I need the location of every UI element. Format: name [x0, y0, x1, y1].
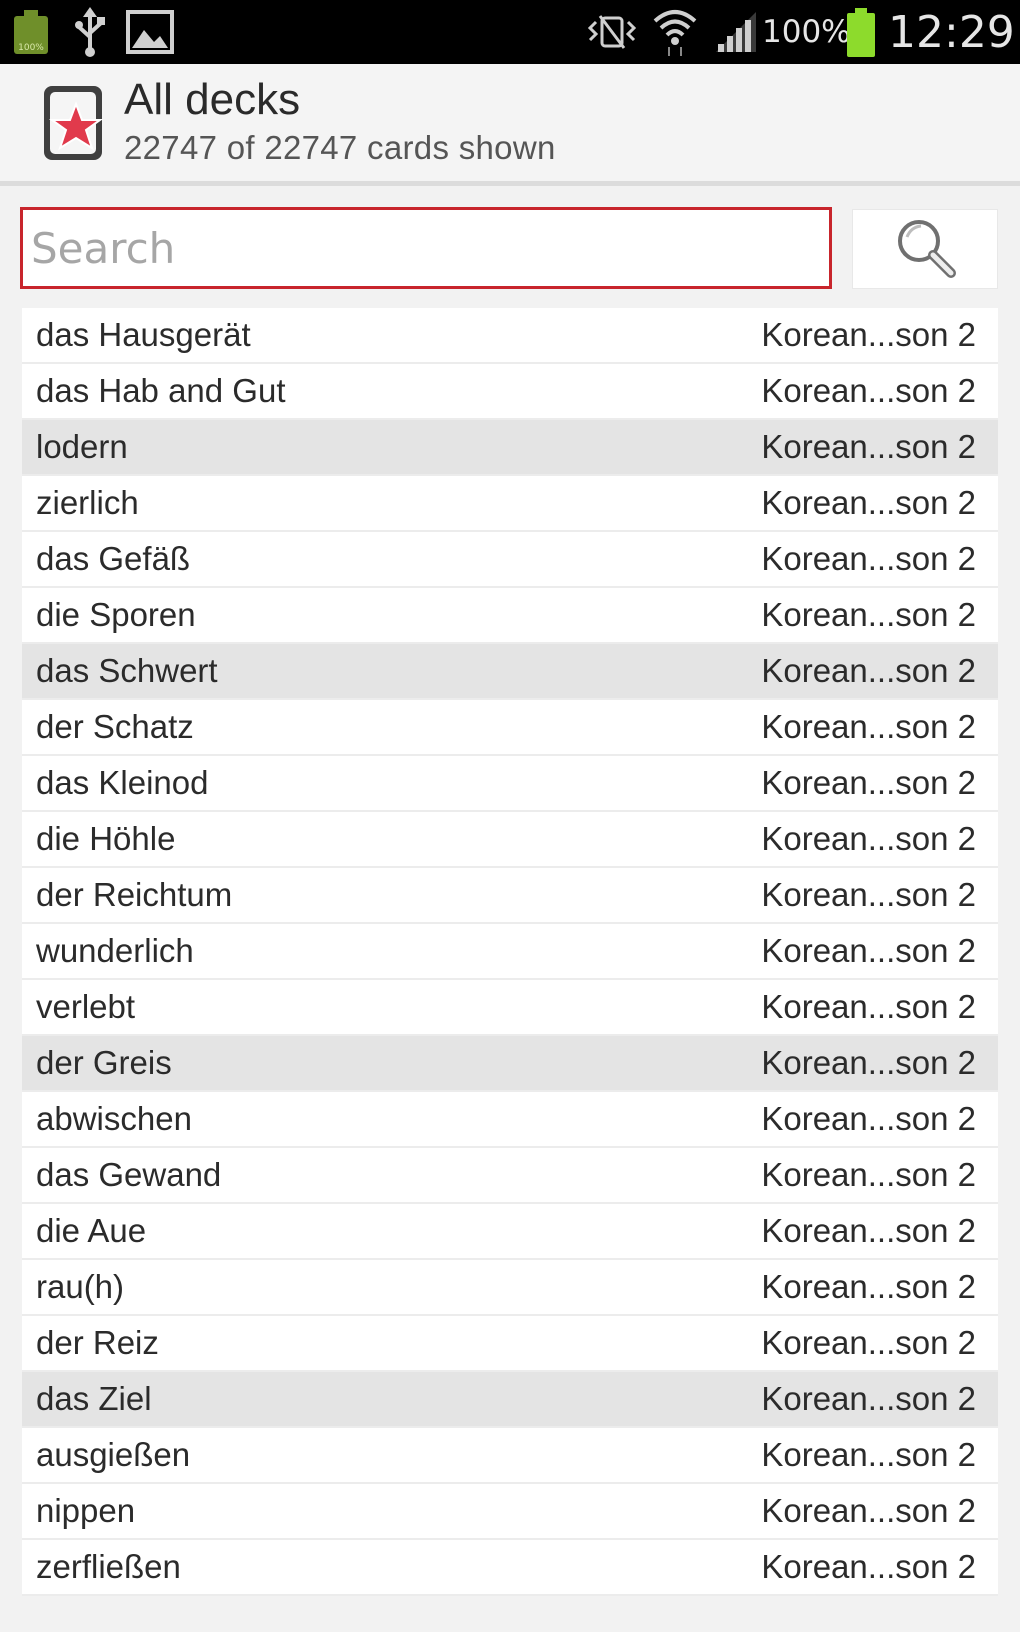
card-deck: Korean...son 2	[761, 1156, 976, 1193]
card-term: das Schwert	[36, 652, 218, 689]
card-row[interactable]: abwischen Korean...son 2	[22, 1092, 998, 1148]
vibrate-icon	[586, 0, 638, 64]
search-button[interactable]	[852, 209, 998, 289]
card-row[interactable]: die Sporen Korean...son 2	[22, 588, 998, 644]
card-row[interactable]: das Schwert Korean...son 2	[22, 644, 998, 700]
card-deck: Korean...son 2	[761, 372, 976, 409]
card-term: die Aue	[36, 1212, 147, 1249]
card-deck: Korean...son 2	[761, 1548, 976, 1585]
card-term: der Reichtum	[36, 876, 233, 913]
cards-shown-count: 22747 of 22747 cards shown	[124, 129, 556, 166]
card-term: das Ziel	[36, 1380, 152, 1417]
card-row[interactable]: die Aue Korean...son 2	[22, 1204, 998, 1260]
card-row[interactable]: lodern Korean...son 2	[22, 420, 998, 476]
card-deck: Korean...son 2	[761, 1324, 976, 1361]
card-deck: Korean...son 2	[761, 1268, 976, 1305]
card-deck: Korean...son 2	[761, 932, 976, 969]
card-deck: Korean...son 2	[761, 1044, 976, 1081]
card-term: zerfließen	[36, 1548, 181, 1585]
card-term: die Sporen	[36, 596, 196, 633]
wifi-icon	[652, 0, 698, 64]
card-row[interactable]: das Hausgerät Korean...son 2	[22, 308, 998, 364]
card-deck: Korean...son 2	[761, 316, 976, 353]
card-term: der Schatz	[36, 708, 194, 745]
card-row[interactable]: zierlich Korean...son 2	[22, 476, 998, 532]
search-icon	[893, 215, 957, 284]
page-title: All decks	[124, 75, 301, 124]
anki-app-icon[interactable]	[42, 84, 104, 162]
card-deck: Korean...son 2	[761, 596, 976, 633]
usb-icon	[74, 0, 106, 64]
card-row[interactable]: der Reichtum Korean...son 2	[22, 868, 998, 924]
card-row[interactable]: das Gefäß Korean...son 2	[22, 532, 998, 588]
card-row[interactable]: der Schatz Korean...son 2	[22, 700, 998, 756]
card-term: das Hausgerät	[36, 316, 251, 353]
card-row[interactable]: rau(h) Korean...son 2	[22, 1260, 998, 1316]
card-term: die Höhle	[36, 820, 176, 857]
card-row[interactable]: der Greis Korean...son 2	[22, 1036, 998, 1092]
card-deck: Korean...son 2	[761, 820, 976, 857]
card-term: der Reiz	[36, 1324, 159, 1361]
card-deck: Korean...son 2	[761, 484, 976, 521]
card-term: nippen	[36, 1492, 136, 1529]
status-bar: 100% 100% 12:29	[0, 0, 1020, 64]
search-input[interactable]	[20, 207, 832, 289]
card-deck: Korean...son 2	[761, 764, 976, 801]
card-deck: Korean...son 2	[761, 876, 976, 913]
card-deck: Korean...son 2	[761, 988, 976, 1025]
battery-saver-icon: 100%	[12, 0, 50, 64]
signal-icon	[714, 0, 758, 64]
card-term: ausgießen	[36, 1436, 191, 1473]
card-row[interactable]: verlebt Korean...son 2	[22, 980, 998, 1036]
card-deck: Korean...son 2	[761, 1436, 976, 1473]
card-deck: Korean...son 2	[761, 1100, 976, 1137]
card-term: der Greis	[36, 1044, 172, 1081]
card-deck: Korean...son 2	[761, 428, 976, 465]
card-row[interactable]: die Höhle Korean...son 2	[22, 812, 998, 868]
battery-small-label: 100%	[18, 43, 44, 53]
card-row[interactable]: wunderlich Korean...son 2	[22, 924, 998, 980]
card-row[interactable]: zerfließen Korean...son 2	[22, 1540, 998, 1596]
card-term: das Kleinod	[36, 764, 209, 801]
card-term: das Gefäß	[36, 540, 191, 577]
card-deck: Korean...son 2	[761, 1212, 976, 1249]
card-term: wunderlich	[36, 932, 194, 969]
card-term: zierlich	[36, 484, 139, 521]
card-row[interactable]: das Hab and Gut Korean...son 2	[22, 364, 998, 420]
card-row[interactable]: der Reiz Korean...son 2	[22, 1316, 998, 1372]
card-term: das Gewand	[36, 1156, 222, 1193]
card-term: abwischen	[36, 1100, 192, 1137]
card-deck: Korean...son 2	[761, 1492, 976, 1529]
image-icon	[126, 0, 174, 64]
card-row[interactable]: das Ziel Korean...son 2	[22, 1372, 998, 1428]
card-row[interactable]: das Gewand Korean...son 2	[22, 1148, 998, 1204]
battery-icon	[846, 0, 876, 64]
card-term: verlebt	[36, 988, 136, 1025]
card-term: rau(h)	[36, 1268, 125, 1305]
card-list: das Hausgerät Korean...son 2 das Hab and G…	[22, 308, 998, 1596]
card-row[interactable]: nippen Korean...son 2	[22, 1484, 998, 1540]
card-deck: Korean...son 2	[761, 708, 976, 745]
battery-percent: 100%	[762, 14, 851, 50]
card-term: lodern	[36, 428, 128, 465]
clock: 12:29	[888, 6, 1015, 58]
card-deck: Korean...son 2	[761, 540, 976, 577]
action-bar: All decks 22747 of 22747 cards shown	[0, 64, 1020, 186]
card-row[interactable]: ausgießen Korean...son 2	[22, 1428, 998, 1484]
card-term: das Hab and Gut	[36, 372, 286, 409]
card-deck: Korean...son 2	[761, 1380, 976, 1417]
card-row[interactable]: das Kleinod Korean...son 2	[22, 756, 998, 812]
card-deck: Korean...son 2	[761, 652, 976, 689]
